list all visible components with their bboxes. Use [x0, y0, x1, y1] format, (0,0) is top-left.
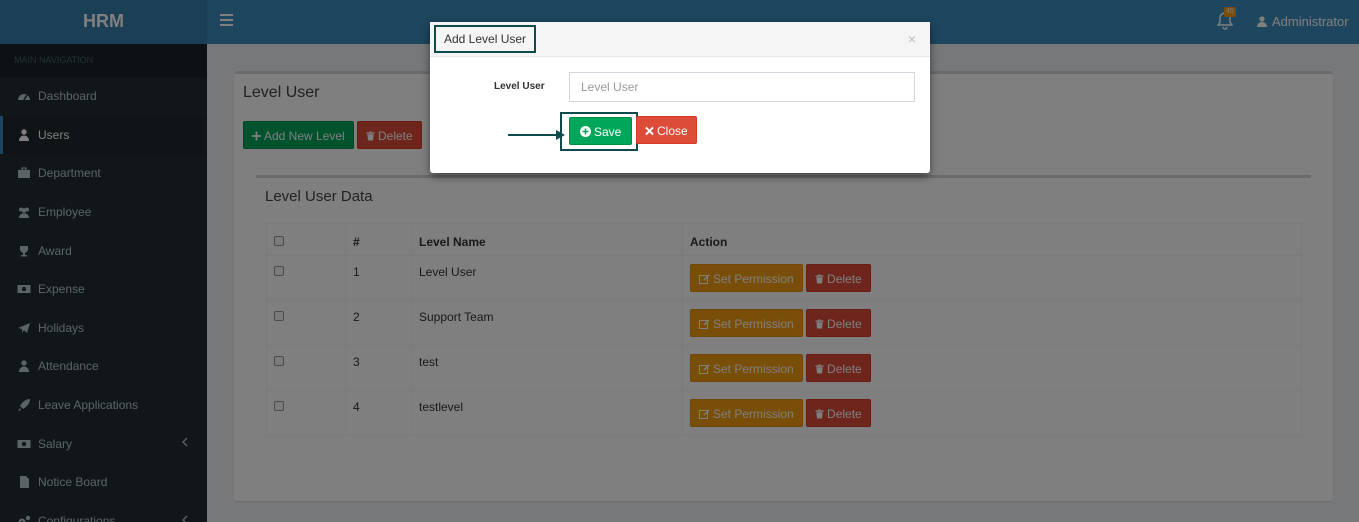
- close-icon: [645, 126, 654, 136]
- plus-circle-icon: [580, 126, 591, 137]
- modal-header: Add Level User ×: [430, 22, 930, 57]
- arrow-annotation: [508, 130, 565, 140]
- level-user-input[interactable]: [569, 72, 915, 102]
- modal-title: Add Level User: [434, 25, 537, 53]
- save-button[interactable]: Save: [569, 117, 633, 145]
- add-level-user-modal: Add Level User × Level User Save Close: [430, 22, 930, 173]
- close-button[interactable]: Close: [636, 116, 697, 144]
- level-user-label: Level User: [494, 81, 545, 92]
- modal-close-icon[interactable]: ×: [908, 32, 916, 46]
